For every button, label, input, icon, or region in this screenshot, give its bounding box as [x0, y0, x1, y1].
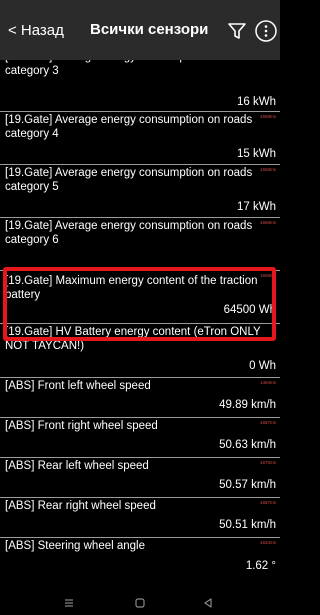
sensor-list-screen: < Назад Всички сензори [19.Gate] Average… — [0, 0, 280, 615]
sensor-value: 50.57 km/h — [219, 479, 276, 491]
sensor-value: 15 kWh — [237, 148, 276, 160]
sensor-value: 1.62 ° — [245, 560, 276, 572]
sensor-name: [ABS] Steering wheel angle — [5, 540, 146, 552]
sensor-value: 50.63 km/h — [219, 439, 276, 451]
filter-icon[interactable] — [226, 20, 248, 42]
sensor-value: 49.89 km/h — [219, 399, 276, 411]
highlight-annotation — [3, 267, 276, 341]
app-header: < Назад Всички сензори — [0, 0, 280, 60]
sensor-value: 16 kWh — [237, 96, 276, 108]
sensor-value: 50.51 km/h — [219, 519, 276, 531]
back-label: < Назад — [8, 21, 64, 39]
sensor-name: [ABS] Rear left wheel speed — [5, 460, 149, 472]
sensor-value: 17 kWh — [237, 201, 276, 213]
back-triangle-icon[interactable] — [201, 596, 215, 610]
sensor-name: [ABS] Front left wheel speed — [5, 380, 151, 392]
home-icon[interactable] — [133, 596, 147, 610]
list-item[interactable]: [19.Gate] Average energy consumption on … — [0, 60, 280, 112]
list-item[interactable]: 1668ms [19.Gate] Average energy consumpt… — [0, 112, 280, 165]
list-item[interactable]: 1634ms [ABS] Steering wheel angle 1.62 ° — [0, 538, 280, 590]
sensor-name: [19.Gate] Average energy consumption on … — [5, 60, 252, 77]
back-button[interactable]: < Назад — [8, 0, 64, 60]
sensor-name: [19.Gate] Average energy consumption on … — [5, 167, 253, 193]
sensor-value: 0 Wh — [249, 360, 276, 372]
page-title: Всички сензори — [90, 21, 209, 38]
sensor-name: [19.Gate] Average energy consumption on … — [5, 220, 253, 246]
sensor-name: [ABS] Front right wheel speed — [5, 420, 158, 432]
list-item[interactable]: 1668ms [19.Gate] Average energy consumpt… — [0, 165, 280, 218]
system-navigation-bar — [0, 590, 280, 615]
list-item[interactable]: 1670ms [ABS] Rear left wheel speed 50.57… — [0, 458, 280, 498]
list-item[interactable]: 1668ms [19.Gate] Average energy consumpt… — [0, 218, 280, 271]
more-options-icon[interactable] — [254, 19, 278, 43]
sensor-name: [ABS] Rear right wheel speed — [5, 500, 156, 512]
recent-apps-icon[interactable] — [62, 596, 76, 610]
sensor-name: [19.Gate] Average energy consumption on … — [5, 114, 253, 140]
list-item[interactable]: 1667ms [ABS] Front right wheel speed 50.… — [0, 418, 280, 458]
list-item[interactable]: 1667ms [ABS] Rear right wheel speed 50.5… — [0, 498, 280, 538]
list-item[interactable]: 1464ms [ABS] Front left wheel speed 49.8… — [0, 378, 280, 418]
